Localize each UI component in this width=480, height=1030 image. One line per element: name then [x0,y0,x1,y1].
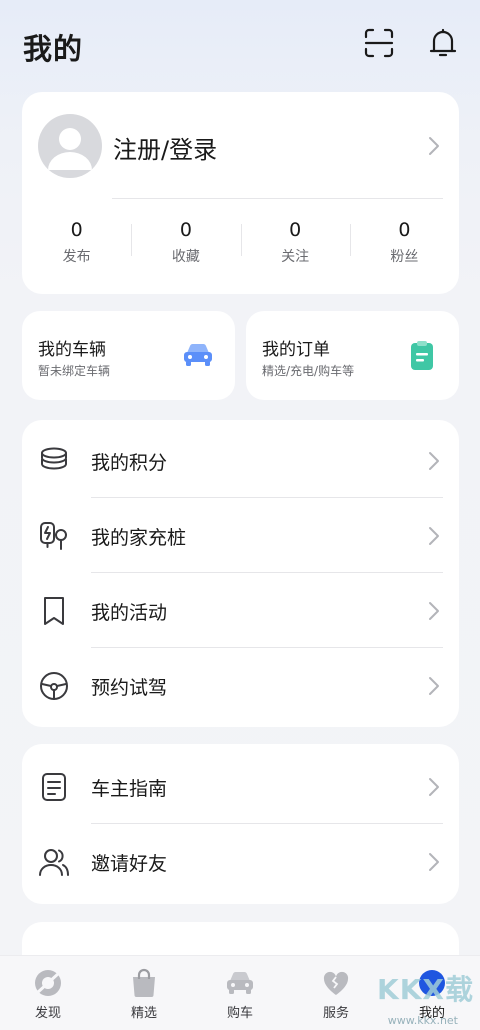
coins-icon [38,445,70,477]
menu-secondary-card: 车主指南 邀请好友 [22,744,459,904]
watermark-url: www.kkx.net [387,1014,458,1027]
divider [112,198,443,199]
nav-label: 购车 [226,1006,253,1021]
bookmark-icon [38,595,70,627]
scan-icon[interactable] [362,26,396,60]
menu-item-test-drive[interactable]: 预约试驾 [22,648,459,723]
page-title: 我的 [23,32,84,66]
clipboard-icon [410,341,434,375]
my-orders-tile[interactable]: 我的订单 精选/充电/购车等 [246,311,459,400]
avatar[interactable] [38,114,102,178]
stat-favorites[interactable]: 0 收藏 [131,218,240,278]
stat-label: 关注 [281,249,310,265]
nav-label: 服务 [322,1006,349,1021]
heart-service-icon [321,968,351,998]
chevron-right-icon[interactable] [427,136,441,156]
row-label: 我的积分 [91,452,168,474]
nav-tab-featured[interactable]: 精选 [96,956,192,1030]
watermark-logo: KKX载 [377,973,474,1006]
stat-value: 0 [70,219,83,241]
chevron-right-icon [427,601,441,621]
chevron-right-icon [427,852,441,872]
charger-icon [38,520,70,552]
menu-item-owner-guide[interactable]: 车主指南 [22,749,459,824]
stat-posts[interactable]: 0 发布 [22,218,131,278]
chevron-right-icon [427,676,441,696]
stat-value: 0 [179,219,192,241]
car-icon [225,968,255,998]
profile-stats: 0 发布 0 收藏 0 关注 0 粉丝 [22,218,459,278]
menu-item-home-charger[interactable]: 我的家充桩 [22,498,459,573]
stat-followers[interactable]: 0 粉丝 [349,218,459,278]
header: 我的 [0,0,480,90]
stat-label: 收藏 [171,249,200,265]
guide-icon [38,771,70,803]
login-register-link[interactable]: 注册/登录 [113,130,217,165]
tile-subtitle: 暂未绑定车辆 [38,364,111,378]
row-label: 邀请好友 [91,853,168,875]
chevron-right-icon [427,777,441,797]
bell-icon[interactable] [426,26,460,60]
my-vehicle-tile[interactable]: 我的车辆 暂未绑定车辆 [22,311,235,400]
stat-value: 0 [398,219,411,241]
stat-label: 发布 [62,249,91,265]
row-label: 预约试驾 [91,677,168,699]
discover-icon [33,968,63,998]
nav-label: 发现 [34,1006,61,1021]
row-label: 我的家充桩 [91,527,187,549]
chevron-right-icon [427,451,441,471]
row-label: 我的活动 [91,602,168,624]
stat-following[interactable]: 0 关注 [240,218,350,278]
stat-value: 0 [289,219,302,241]
car-icon [182,341,214,373]
nav-tab-buy-car[interactable]: 购车 [192,956,288,1030]
steering-wheel-icon [38,670,70,702]
nav-tab-service[interactable]: 服务 [288,956,384,1030]
profile-card: 注册/登录 0 发布 0 收藏 0 关注 0 粉丝 [22,92,459,294]
tile-title: 我的订单 [262,340,330,360]
shopping-bag-icon [129,968,159,998]
menu-main-card: 我的积分 我的家充桩 我的活动 预约试驾 [22,420,459,727]
tile-subtitle: 精选/充电/购车等 [262,364,355,378]
nav-tab-discover[interactable]: 发现 [0,956,96,1030]
nav-label: 精选 [130,1006,157,1021]
invite-friends-icon [38,846,70,878]
chevron-right-icon [427,526,441,546]
menu-item-invite-friends[interactable]: 邀请好友 [22,824,459,899]
menu-item-activities[interactable]: 我的活动 [22,573,459,648]
menu-item-points[interactable]: 我的积分 [22,423,459,498]
stat-label: 粉丝 [390,249,419,265]
tile-title: 我的车辆 [38,340,106,360]
row-label: 车主指南 [91,778,168,800]
